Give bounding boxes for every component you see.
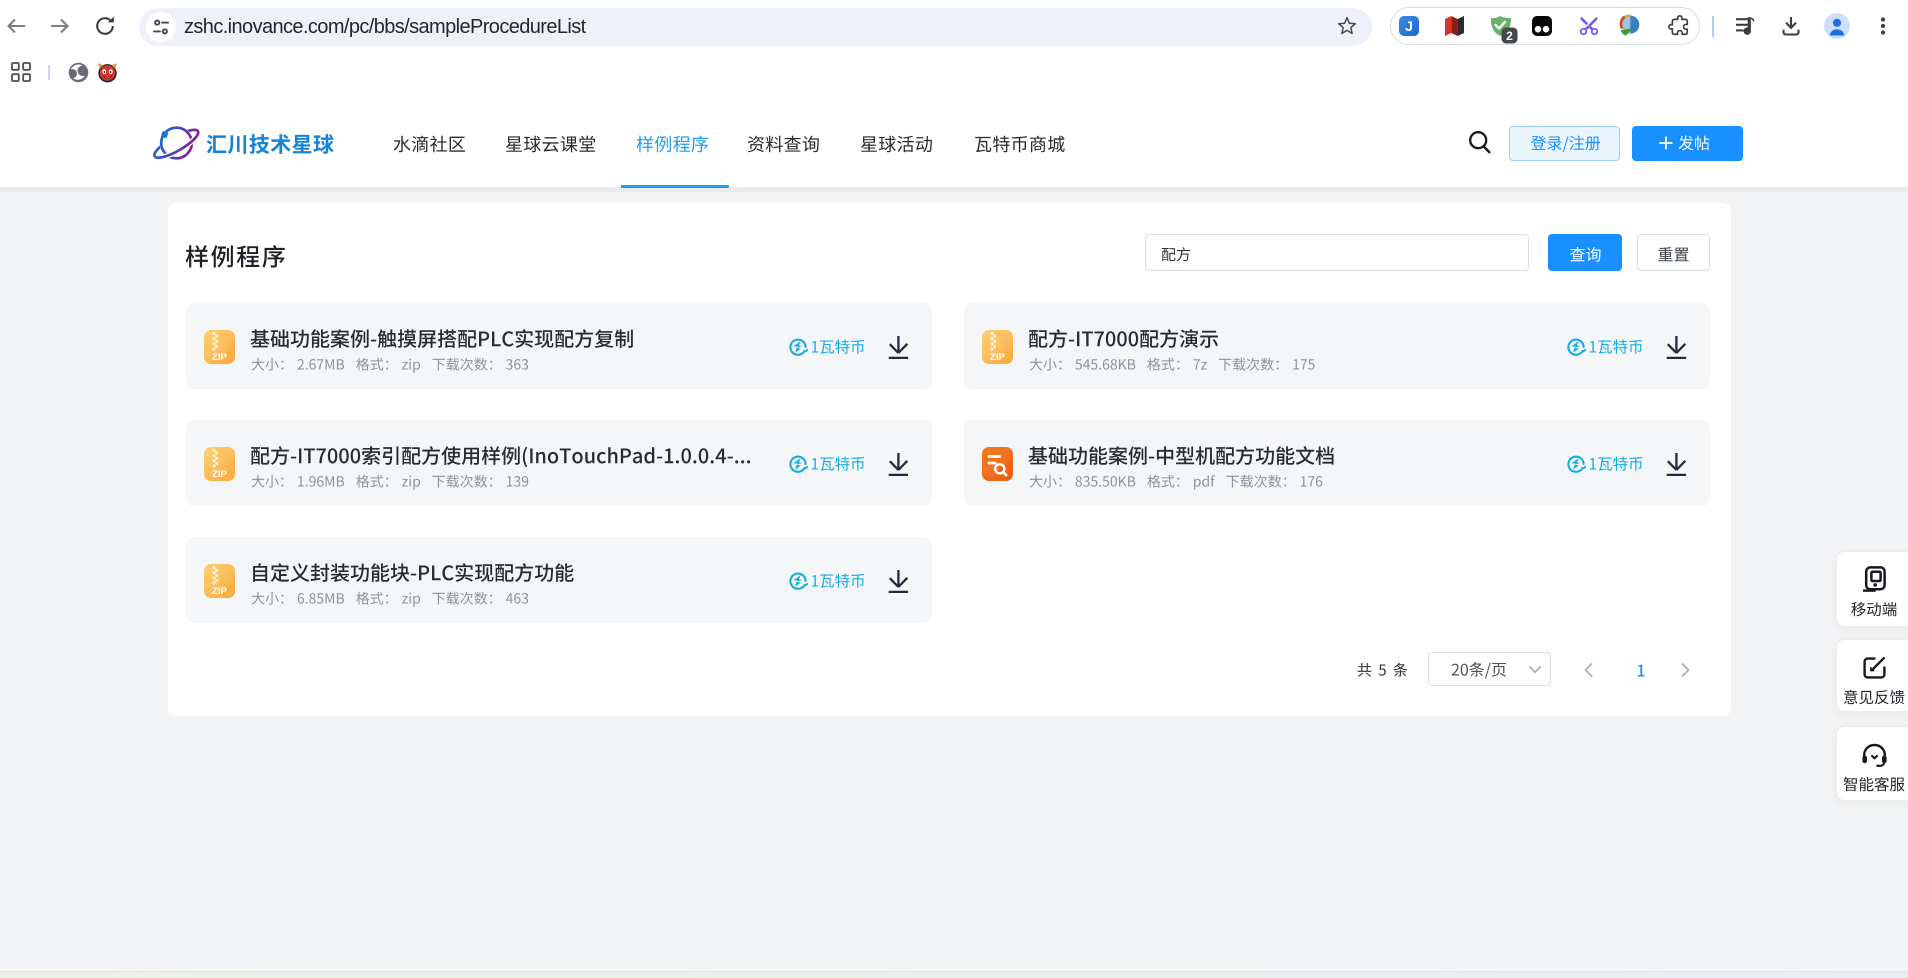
svg-text:ZIP: ZIP xyxy=(212,352,228,363)
svg-text:2: 2 xyxy=(1506,29,1513,43)
svg-text:ZIP: ZIP xyxy=(212,586,228,597)
svg-text:ZIP: ZIP xyxy=(212,469,228,480)
svg-text:ZIP: ZIP xyxy=(990,352,1006,363)
